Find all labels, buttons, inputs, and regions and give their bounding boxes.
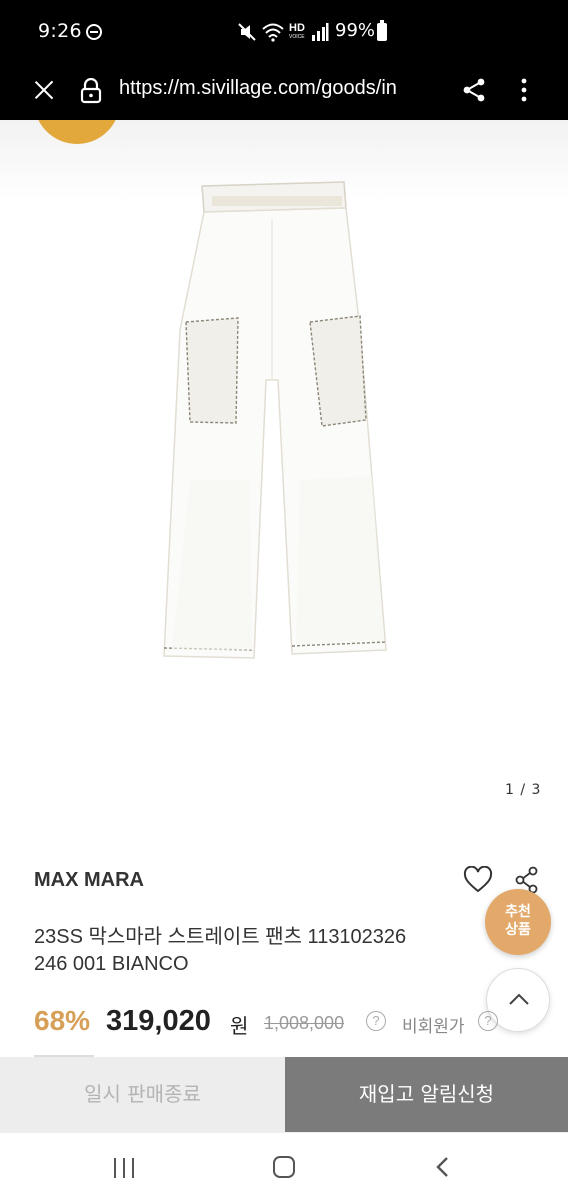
gallery-pager: 1 / 3 (505, 782, 542, 798)
product-title-cont: 246 001 BIANCO (34, 953, 189, 975)
help-icon[interactable]: ? (478, 1011, 498, 1031)
battery-icon (377, 20, 387, 41)
lock-icon (80, 78, 102, 104)
recommend-label-1: 추천 (505, 904, 531, 920)
url-field[interactable]: https://m.sivillage.com/goods/in (119, 77, 441, 100)
heart-icon[interactable] (463, 866, 493, 894)
recent-apps-icon[interactable] (114, 1158, 136, 1178)
back-icon[interactable] (432, 1155, 456, 1179)
signal-icon (312, 23, 329, 41)
close-icon[interactable] (30, 76, 58, 104)
brand-name[interactable]: MAX MARA (34, 869, 144, 892)
price-unit: 원 (230, 1014, 249, 1038)
original-price: 1,008,000 (264, 1013, 345, 1033)
system-nav-bar (0, 1132, 568, 1200)
more-vert-icon[interactable] (512, 76, 536, 104)
mute-icon (238, 23, 256, 41)
wifi-icon (262, 23, 284, 42)
discount-rate: 68% (34, 1005, 91, 1036)
browser-toolbar: https://m.sivillage.com/goods/in (0, 62, 568, 120)
restock-alert-button[interactable]: 재입고 알림신청 (285, 1057, 568, 1132)
hd-voice-icon: HD VOICE (289, 22, 305, 41)
product-image (163, 181, 387, 659)
product-image-gallery[interactable]: 1 / 3 (0, 120, 568, 810)
share-icon[interactable] (460, 76, 488, 104)
sold-out-button: 일시 판매종료 (0, 1057, 285, 1132)
dnd-icon (86, 24, 102, 40)
product-title: 23SS 막스마라 스트레이트 팬츠 113102326 (34, 926, 407, 948)
sale-price: 319,020 (106, 1005, 211, 1037)
chevron-up-icon (509, 993, 529, 1005)
recommend-button[interactable]: 추천 상품 (485, 889, 551, 955)
status-time: 9:26 (38, 20, 82, 42)
home-icon[interactable] (273, 1156, 295, 1178)
non-member-price-label: 비회원가 (402, 1017, 465, 1037)
battery-percent: 99% (335, 20, 376, 41)
status-bar: 9:26 HD VOICE 99% (0, 0, 568, 62)
recommend-label-2: 상품 (505, 922, 531, 938)
help-icon[interactable]: ? (366, 1011, 386, 1031)
